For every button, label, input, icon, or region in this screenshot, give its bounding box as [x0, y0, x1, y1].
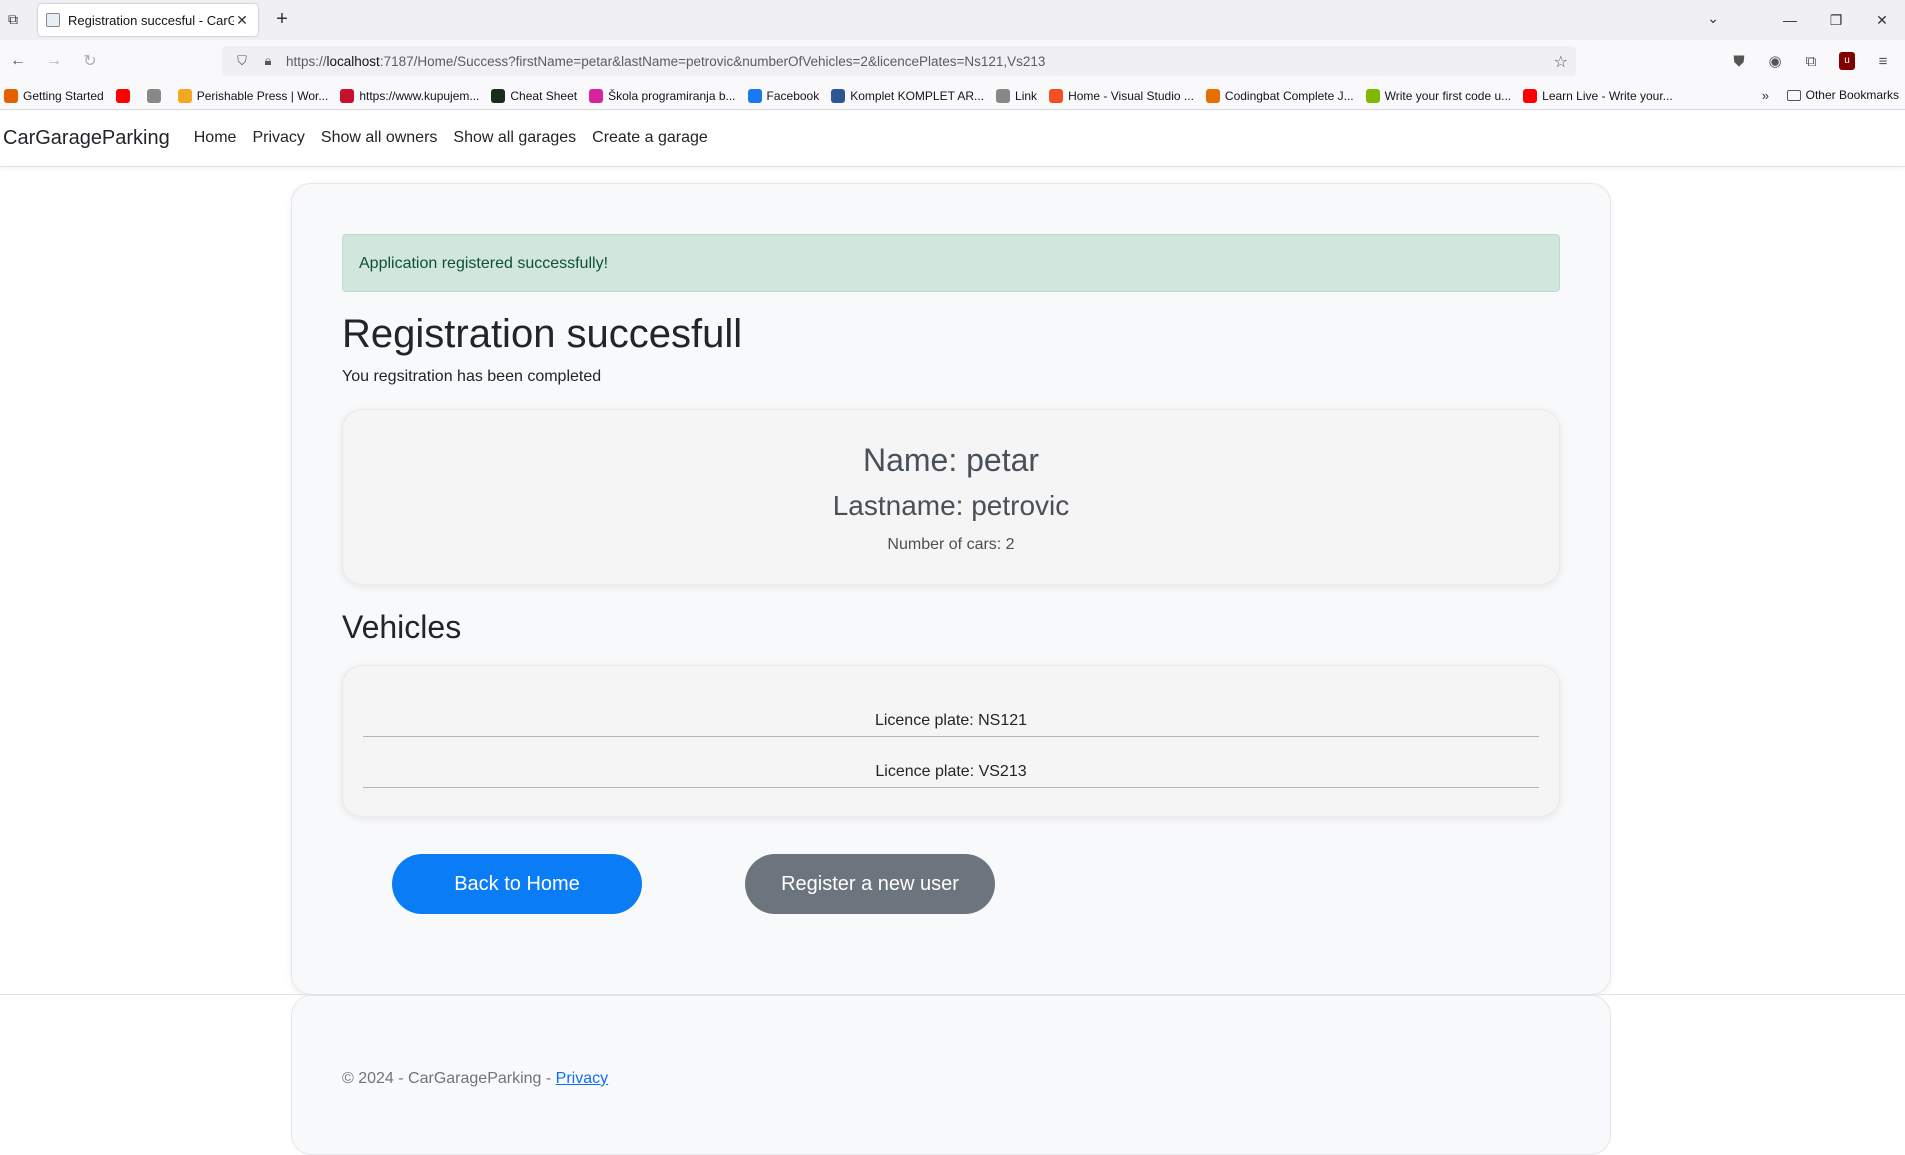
page-title: Registration succesfull	[342, 312, 743, 356]
bookmark-favicon-icon	[1049, 88, 1064, 103]
bookmark-favicon-icon	[115, 88, 130, 103]
success-alert: Application registered successfully!	[342, 234, 1560, 292]
bookmark-favicon-icon	[491, 88, 506, 103]
footer: © 2024 - CarGarageParking - Privacy	[291, 995, 1611, 1155]
nav-show-all-owners[interactable]: Show all owners	[321, 129, 438, 147]
new-tab-icon[interactable]: +	[270, 8, 294, 32]
site-navbar: CarGarageParking Home Privacy Show all o…	[0, 110, 1905, 167]
bookmark-label: Perishable Press | Wor...	[196, 88, 329, 103]
bookmark-item[interactable]: Cheat Sheet	[491, 88, 578, 103]
bookmarks-bar: Getting Started Perishable Press | Wor...…	[0, 82, 1905, 110]
bookmark-item[interactable]	[115, 88, 135, 103]
pocket-icon[interactable]: ⛊	[1721, 53, 1757, 70]
restore-icon[interactable]: ❐	[1813, 0, 1859, 40]
bookmark-label: Home - Visual Studio ...	[1068, 88, 1194, 103]
tracking-protection-icon[interactable]: ⛉	[234, 53, 250, 69]
page-favicon-icon	[46, 13, 60, 27]
bookmark-favicon-icon	[340, 88, 355, 103]
bookmark-label: Link	[1015, 88, 1038, 103]
folder-icon	[1786, 89, 1801, 101]
footer-privacy-link[interactable]: Privacy	[556, 1070, 608, 1087]
ublock-icon[interactable]: u	[1839, 52, 1855, 70]
bookmark-label: Getting Started	[23, 88, 104, 103]
bookmark-favicon-icon	[747, 88, 762, 103]
vehicle-item: Licence plate: NS121	[363, 686, 1539, 737]
vehicle-item: Licence plate: VS213	[363, 737, 1539, 788]
bookmark-label: Cheat Sheet	[510, 88, 578, 103]
minimize-icon[interactable]: —	[1767, 0, 1813, 40]
copyright-text: © 2024 - CarGarageParking -	[342, 1070, 556, 1087]
vehicles-card: Licence plate: NS121 Licence plate: VS21…	[342, 665, 1560, 817]
browser-tab-active[interactable]: Registration succesful - CarGar ✕	[38, 4, 258, 36]
bookmark-item[interactable]: Link	[996, 88, 1038, 103]
bookmark-item[interactable]: Getting Started	[4, 88, 104, 103]
bookmarks-overflow-icon[interactable]: »	[1762, 88, 1769, 103]
owner-info-card: Name: petar Lastname: petrovic Number of…	[342, 409, 1560, 585]
url-rest: :7187/Home/Success?firstName=petar&lastN…	[379, 53, 1046, 69]
tab-list-icon[interactable]: ⧉	[4, 10, 22, 28]
bookmark-label: Škola programiranja b...	[608, 88, 736, 103]
bookmark-star-icon[interactable]: ☆	[1554, 52, 1568, 72]
tab-title: Registration succesful - CarGar	[68, 12, 234, 28]
browser-tab-bar: ⧉ Registration succesful - CarGar ✕ + ⌄ …	[0, 0, 1905, 40]
reload-icon[interactable]: ↻	[72, 43, 108, 79]
close-window-icon[interactable]: ✕	[1859, 0, 1905, 40]
other-bookmarks[interactable]: Other Bookmarks	[1786, 88, 1899, 102]
bookmark-favicon-icon	[1523, 88, 1538, 103]
bookmark-favicon-icon	[996, 88, 1011, 103]
nav-home[interactable]: Home	[194, 129, 237, 147]
bookmark-favicon-icon	[4, 88, 18, 103]
extensions-icon[interactable]: ⧉	[1793, 53, 1829, 70]
bookmark-item[interactable]: Perishable Press | Wor...	[177, 88, 329, 103]
register-new-user-button[interactable]: Register a new user	[745, 854, 995, 914]
main-card: Application registered successfully! Reg…	[291, 183, 1611, 995]
bookmark-item[interactable]: https://www.kupujem...	[340, 88, 480, 103]
owner-name: Name: petar	[862, 442, 1040, 478]
close-tab-icon[interactable]: ✕	[234, 12, 250, 29]
bookmark-item[interactable]: Facebook	[747, 88, 820, 103]
nav-create-garage[interactable]: Create a garage	[592, 129, 708, 147]
bookmark-label: https://www.kupujem...	[359, 88, 480, 103]
bookmark-item[interactable]: Codingbat Complete J...	[1205, 88, 1354, 103]
window-controls: — ❐ ✕	[1767, 0, 1905, 40]
browser-extensions: ⛊ ◉ ⧉ u ≡	[1721, 46, 1901, 76]
list-all-tabs-icon[interactable]: ⌄	[1707, 10, 1719, 27]
nav-privacy[interactable]: Privacy	[252, 129, 304, 147]
bookmark-item[interactable]: Write your first code u...	[1365, 88, 1512, 103]
other-bookmarks-label: Other Bookmarks	[1805, 88, 1899, 102]
bookmark-item[interactable]: Home - Visual Studio ...	[1049, 88, 1194, 103]
bookmark-item[interactable]: Komplet KOMPLET AR...	[831, 88, 985, 103]
url-host: localhost	[326, 53, 380, 69]
footer-text: © 2024 - CarGarageParking - Privacy	[342, 1070, 608, 1088]
bookmark-label: Learn Live - Write your...	[1542, 88, 1673, 103]
bookmark-item[interactable]: Learn Live - Write your...	[1523, 88, 1673, 103]
nav-show-all-garages[interactable]: Show all garages	[453, 129, 576, 147]
forward-icon[interactable]: →	[36, 43, 72, 79]
bookmark-favicon-icon	[1365, 88, 1380, 103]
menu-icon[interactable]: ≡	[1865, 53, 1901, 70]
bookmark-item[interactable]	[146, 88, 166, 103]
owner-car-count: Number of cars: 2	[887, 536, 1015, 553]
lock-icon[interactable]: 🔒︎	[260, 53, 276, 69]
site-brand[interactable]: CarGarageParking	[3, 127, 170, 150]
bookmark-label: Codingbat Complete J...	[1224, 88, 1354, 103]
bookmark-favicon-icon	[831, 88, 846, 103]
bookmark-favicon-icon	[589, 88, 604, 103]
bookmark-item[interactable]: Škola programiranja b...	[589, 88, 736, 103]
bookmark-label: Facebook	[766, 88, 820, 103]
bookmark-favicon-icon	[146, 88, 161, 103]
back-to-home-button[interactable]: Back to Home	[392, 854, 642, 914]
vehicles-heading: Vehicles	[342, 609, 462, 645]
back-icon[interactable]: ←	[0, 43, 36, 79]
owner-lastname: Lastname: petrovic	[832, 490, 1070, 521]
address-bar[interactable]: ⛉ 🔒︎ https://localhost:7187/Home/Success…	[222, 46, 1576, 76]
url-prefix: https://	[286, 53, 327, 69]
account-icon[interactable]: ◉	[1757, 52, 1793, 70]
bookmark-favicon-icon	[1205, 88, 1220, 103]
bookmark-favicon-icon	[177, 88, 192, 103]
bookmark-label: Komplet KOMPLET AR...	[850, 88, 985, 103]
bookmark-label: Write your first code u...	[1384, 88, 1512, 103]
page-subtitle: You regsitration has been completed	[342, 368, 602, 385]
